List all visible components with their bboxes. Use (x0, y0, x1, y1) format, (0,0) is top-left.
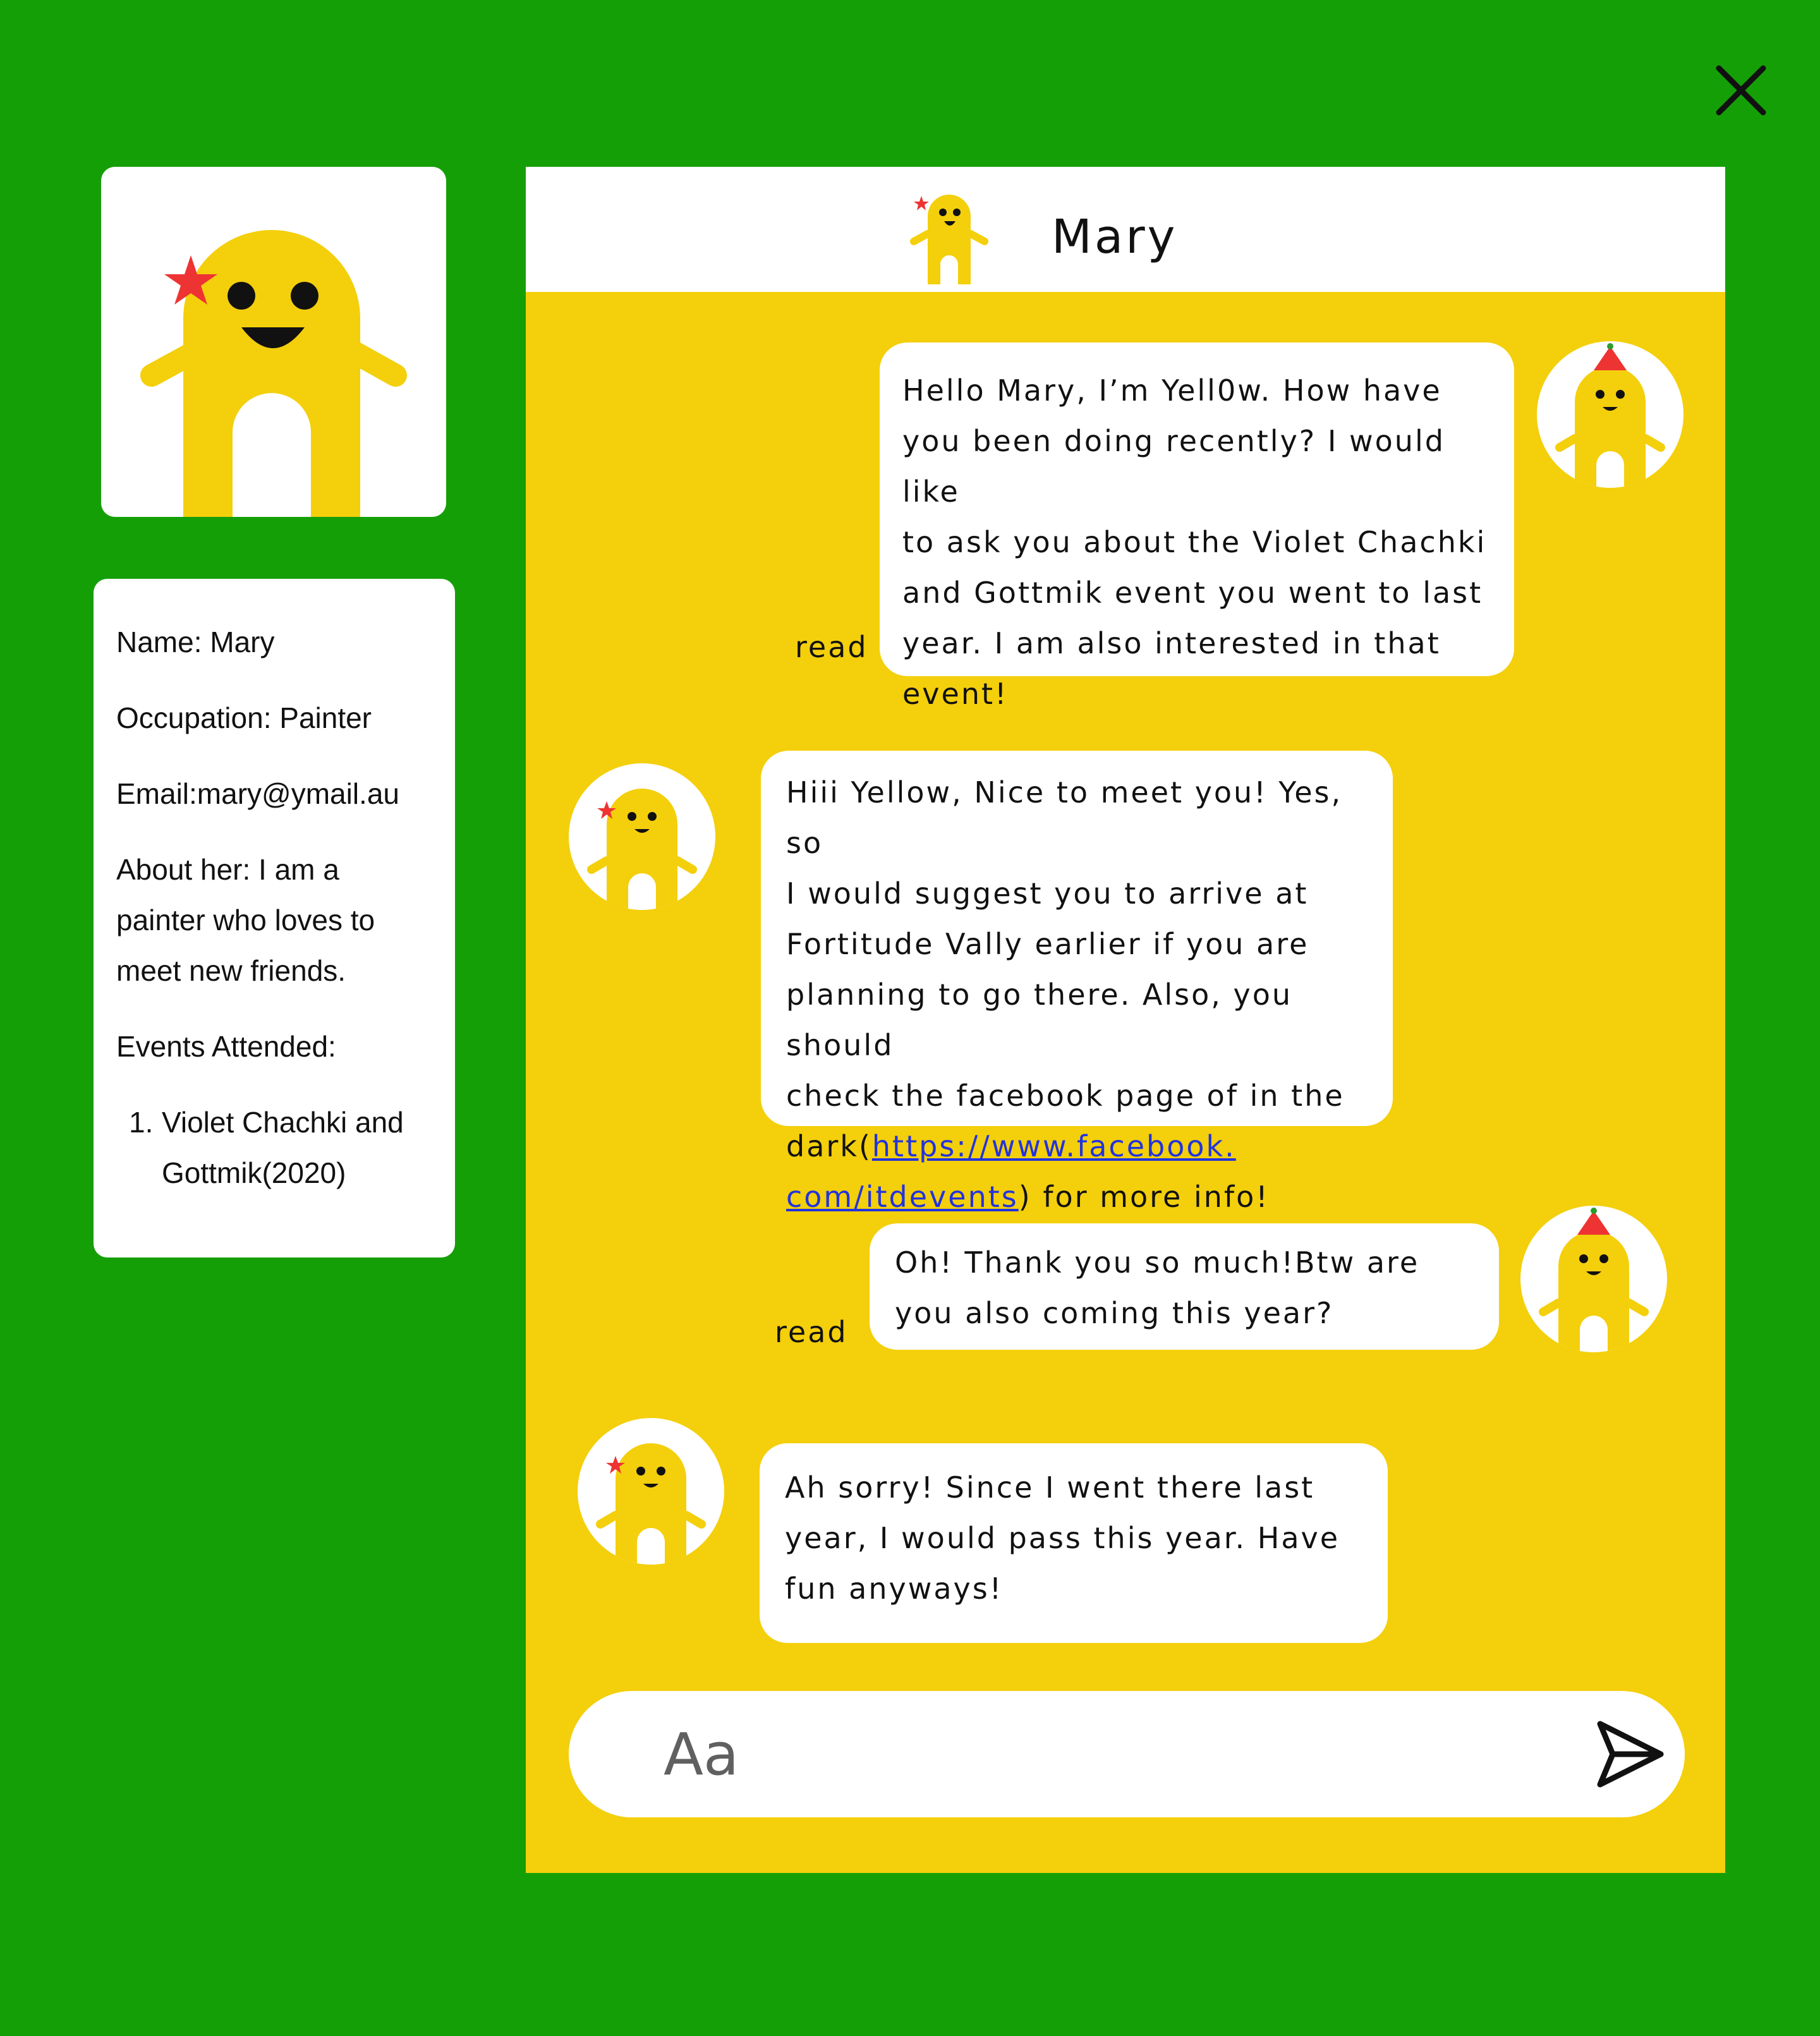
party-hat-icon (1594, 346, 1627, 370)
about-line: painter who loves to (116, 904, 375, 936)
party-hat-avatar-icon (1555, 343, 1665, 488)
facebook-link-continued[interactable]: com/itdevents (786, 1180, 1019, 1214)
about-line: meet new friends. (116, 954, 346, 987)
my-avatar[interactable] (1520, 1206, 1667, 1352)
party-hat-avatar-icon (1539, 1208, 1649, 1352)
mary-avatar[interactable] (569, 763, 715, 910)
chat-panel: Mary read Hello Mary, I’m Yell0w. How ha… (526, 167, 1725, 1873)
facebook-link[interactable]: https://www.facebook. (872, 1129, 1236, 1163)
profile-avatar-card (101, 167, 446, 517)
event-item: 1. Violet Chachki and Gottmik(2020) (129, 1097, 432, 1198)
profile-info-card: Name: Mary Occupation: Painter Email:mar… (94, 579, 455, 1257)
my-avatar[interactable] (1537, 341, 1684, 488)
star-icon (914, 196, 929, 210)
mary-avatar[interactable] (578, 1418, 724, 1565)
message-bubble-sent: Hello Mary, I’m Yell0w. How have you bee… (880, 342, 1514, 711)
message-bubble-received: Hiii Yellow, Nice to meet you! Yes, so I… (761, 751, 1393, 1214)
contact-name: Mary (1052, 210, 1178, 264)
about-line: About her: I am a (116, 853, 339, 886)
send-button[interactable] (1592, 1716, 1668, 1792)
read-receipt: read (775, 1315, 848, 1349)
mary-avatar-small (910, 195, 988, 284)
send-icon (1597, 1721, 1664, 1788)
star-avatar-icon (596, 1443, 706, 1565)
chat-header: Mary (526, 167, 1725, 292)
profile-occupation: Occupation: Painter (116, 701, 372, 734)
mary-avatar-large (140, 230, 407, 517)
close-icon (1716, 65, 1766, 116)
party-hat-icon (1577, 1211, 1610, 1235)
message-bubble-received: Ah sorry! Since I went there last year, … (760, 1443, 1388, 1643)
profile-name: Name: Mary (116, 626, 275, 658)
close-button[interactable] (1714, 63, 1768, 118)
message-input[interactable] (664, 1716, 1485, 1792)
star-avatar-icon (587, 789, 697, 910)
read-receipt: read (795, 630, 868, 664)
event-number: 1. (129, 1106, 154, 1139)
profile-about: About her: I am a painter who loves to m… (116, 844, 432, 996)
profile-email: Email:mary@ymail.au (116, 777, 400, 810)
message-input-bar (569, 1691, 1685, 1817)
message-bubble-sent: Oh! Thank you so much!Btw are you also c… (870, 1223, 1499, 1350)
events-heading: Events Attended: (116, 1030, 336, 1063)
events-list: 1. Violet Chachki and Gottmik(2020) (116, 1097, 432, 1198)
event-text: Violet Chachki and Gottmik(2020) (162, 1106, 404, 1189)
